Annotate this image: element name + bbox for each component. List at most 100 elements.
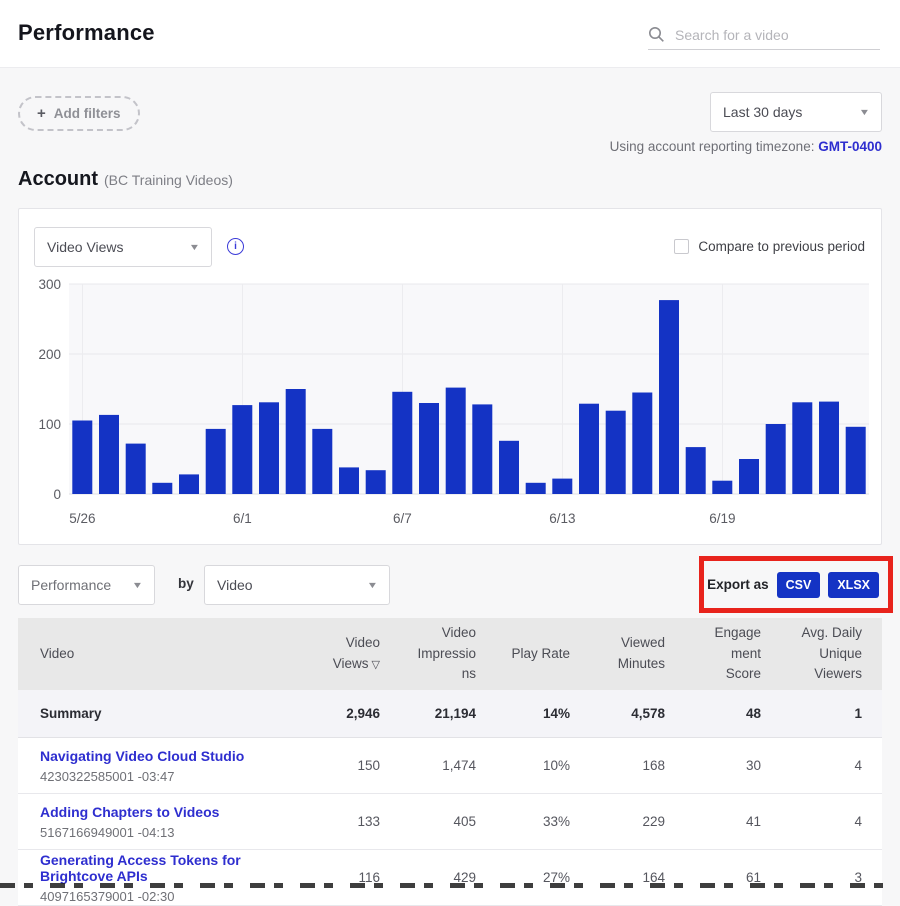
summary-value: 2,946 [320, 706, 400, 721]
table-row: Generating Access Tokens for Brightcove … [18, 850, 882, 906]
chart-bar [686, 447, 706, 494]
chart-bar [152, 483, 172, 494]
page-title: Performance [18, 20, 155, 46]
compare-previous-toggle[interactable]: Compare to previous period [674, 239, 865, 254]
svg-text:200: 200 [38, 347, 61, 362]
metric-value-cell: 30 [685, 758, 781, 773]
chart-bar [579, 404, 599, 494]
timezone-note: Using account reporting timezone: GMT-04… [610, 139, 882, 154]
chart-bar [472, 404, 492, 494]
chart-bar [206, 429, 226, 494]
video-title-link[interactable]: Navigating Video Cloud Studio [40, 748, 314, 764]
video-id-duration: 5167166949001 -04:13 [40, 825, 314, 840]
export-csv-button[interactable]: CSV [777, 572, 821, 598]
chart-bar [739, 459, 759, 494]
report-type-value: Performance [31, 577, 111, 593]
chart-bar [792, 402, 812, 494]
video-views-bar-chart: 01002003005/266/16/76/136/19 [19, 271, 883, 541]
column-header-engagement-score[interactable]: Engagement Score [685, 623, 781, 686]
table-row: Navigating Video Cloud Studio 42303225850… [18, 738, 882, 794]
date-range-select[interactable]: Last 30 days ▼ [710, 92, 882, 132]
table-header-row: VideoVideo Views ▽Video ImpressionsPlay … [18, 618, 882, 690]
metric-value-cell: 150 [320, 758, 400, 773]
chart-bar [99, 415, 119, 494]
account-subtitle: (BC Training Videos) [104, 172, 233, 188]
metric-value-cell: 168 [590, 758, 685, 773]
video-title-link[interactable]: Generating Access Tokens for Brightcove … [40, 852, 314, 884]
compare-label: Compare to previous period [698, 239, 865, 254]
metric-value-cell: 41 [685, 814, 781, 829]
chevron-down-icon: ▼ [189, 242, 201, 252]
add-filters-button[interactable]: + Add filters [18, 96, 140, 131]
dimension-select[interactable]: Video ▼ [204, 565, 390, 605]
export-annotation-red-box: Export as CSV XLSX [699, 556, 893, 613]
chart-bar [499, 441, 519, 494]
chart-bar [846, 427, 866, 494]
table-summary-row: Summary2,94621,19414%4,578481 [18, 690, 882, 738]
screenshot-cut-artifact [0, 883, 900, 888]
chart-bar [819, 402, 839, 494]
column-header-play-rate[interactable]: Play Rate [496, 644, 590, 665]
video-search[interactable] [648, 20, 880, 50]
plus-icon: + [37, 106, 46, 121]
account-heading: Account (BC Training Videos) [18, 168, 233, 191]
chevron-down-icon: ▼ [132, 580, 144, 590]
chart-bar [446, 388, 466, 494]
chart-bar [286, 389, 306, 494]
chart-bar [259, 402, 279, 494]
column-header-avg-daily-unique-viewers[interactable]: Avg. Daily Unique Viewers [781, 623, 882, 686]
svg-text:6/19: 6/19 [709, 511, 735, 526]
chart-bar [552, 479, 572, 494]
compare-checkbox[interactable] [674, 239, 689, 254]
column-header-viewed-minutes[interactable]: Viewed Minutes [590, 633, 685, 675]
date-range-value: Last 30 days [723, 104, 802, 120]
export-as-label: Export as [707, 577, 769, 592]
chart-bar [766, 424, 786, 494]
chart-bar [126, 444, 146, 494]
chart-bar [72, 421, 92, 495]
search-icon [648, 26, 665, 43]
top-header: Performance [0, 0, 900, 68]
svg-text:300: 300 [38, 277, 61, 292]
chart-bar [712, 481, 732, 494]
chart-bar [606, 411, 626, 494]
svg-text:100: 100 [38, 417, 61, 432]
metric-select[interactable]: Video Views ▼ [34, 227, 212, 267]
report-type-select[interactable]: Performance ▼ [18, 565, 155, 605]
video-id-duration: 4230322585001 -03:47 [40, 769, 314, 784]
export-xlsx-button[interactable]: XLSX [828, 572, 879, 598]
summary-value: 48 [685, 706, 781, 721]
chart-bar [392, 392, 412, 494]
svg-text:6/7: 6/7 [393, 511, 412, 526]
timezone-link[interactable]: GMT-0400 [818, 139, 882, 154]
video-cell: Navigating Video Cloud Studio 42303225850… [18, 748, 320, 784]
svg-text:6/1: 6/1 [233, 511, 252, 526]
chart-card: Video Views ▼ i Compare to previous peri… [18, 208, 882, 545]
metric-value-cell: 229 [590, 814, 685, 829]
search-input[interactable] [675, 27, 880, 43]
add-filters-label: Add filters [54, 106, 121, 121]
column-header-video-impressions[interactable]: Video Impressions [400, 623, 496, 686]
performance-table: VideoVideo Views ▽Video ImpressionsPlay … [18, 618, 882, 906]
chart-bar [419, 403, 439, 494]
column-header-video-views[interactable]: Video Views ▽ [320, 633, 400, 675]
video-title-link[interactable]: Adding Chapters to Videos [40, 804, 314, 820]
chevron-down-icon: ▼ [367, 580, 379, 590]
chart-bar [632, 393, 652, 495]
video-cell: Adding Chapters to Videos 5167166949001 -… [18, 804, 320, 840]
info-icon[interactable]: i [227, 238, 244, 255]
video-id-duration: 4097165379001 -02:30 [40, 889, 314, 904]
summary-label: Summary [18, 706, 320, 721]
metric-value-cell: 10% [496, 758, 590, 773]
metric-value-cell: 4 [781, 814, 882, 829]
chart-bar [312, 429, 332, 494]
metric-value-cell: 1,474 [400, 758, 496, 773]
summary-value: 21,194 [400, 706, 496, 721]
chart-bar [659, 300, 679, 494]
sort-descending-icon[interactable]: ▽ [368, 659, 380, 671]
table-row: Adding Chapters to Videos 5167166949001 -… [18, 794, 882, 850]
svg-text:0: 0 [53, 487, 61, 502]
svg-text:6/13: 6/13 [549, 511, 575, 526]
account-title: Account [18, 168, 98, 190]
metric-value: Video Views [47, 239, 124, 255]
